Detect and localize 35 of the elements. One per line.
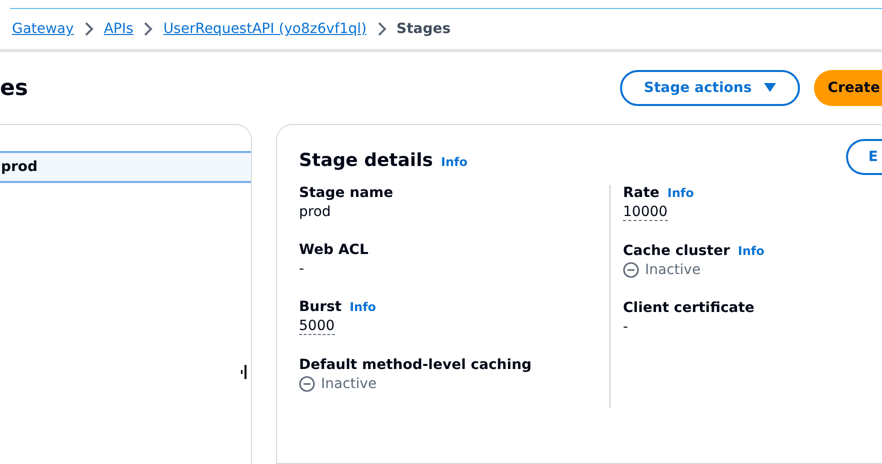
field-value: prod: [299, 204, 331, 220]
field-value[interactable]: 10000: [623, 204, 668, 221]
field-value: -: [623, 319, 628, 335]
info-link[interactable]: Info: [667, 186, 694, 200]
stage-tree-item[interactable]: prod: [0, 151, 251, 183]
breadcrumb-current: Stages: [396, 21, 451, 37]
chevron-right-icon: [143, 22, 154, 36]
status-text: Inactive: [321, 376, 377, 392]
stage-actions-button[interactable]: Stage actions: [620, 70, 800, 106]
field-label: Rate: [623, 185, 660, 201]
info-link[interactable]: Info: [738, 244, 764, 258]
field-label: Client certificate: [623, 300, 754, 316]
field-label: Cache cluster: [623, 243, 730, 259]
breadcrumb-link[interactable]: APIs: [104, 21, 134, 37]
field-label: Web ACL: [299, 242, 368, 258]
info-link[interactable]: Info: [350, 300, 376, 314]
field-label: Default method-level caching: [299, 357, 532, 373]
info-link[interactable]: Info: [440, 154, 468, 168]
field-label: Burst: [299, 299, 342, 315]
field-label: Stage name: [299, 185, 394, 201]
chevron-right-icon: [376, 22, 387, 36]
resize-handle-icon[interactable]: [241, 365, 247, 379]
caret-down-icon: [764, 83, 776, 93]
breadcrumb-link[interactable]: UserRequestAPI (yo8z6vf1ql): [163, 21, 367, 37]
status-minus-icon: [299, 376, 315, 392]
create-button[interactable]: Create: [814, 70, 882, 106]
chevron-right-icon: [84, 22, 94, 36]
section-title: Stage details: [299, 150, 433, 170]
field-value[interactable]: 5000: [299, 318, 335, 335]
breadcrumb-link[interactable]: Gateway: [12, 21, 74, 37]
page-title: es: [0, 76, 28, 100]
field-value: -: [299, 261, 304, 277]
status-text: Inactive: [645, 262, 701, 278]
status-minus-icon: [623, 262, 639, 278]
edit-button[interactable]: E: [846, 139, 882, 175]
